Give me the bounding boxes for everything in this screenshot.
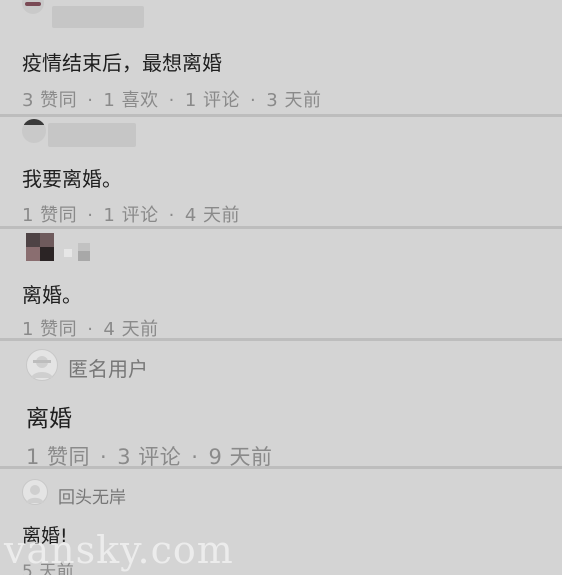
heart-count[interactable]: 1 喜欢 <box>103 90 158 111</box>
comment-text: 离婚 <box>26 406 72 432</box>
avatar[interactable] <box>22 119 46 143</box>
timestamp: 5 天前 <box>22 562 75 575</box>
like-count[interactable]: 1 赞同 <box>22 319 77 340</box>
answer-comment-list: 疫情结束后，最想离婚 3 赞同 · 1 喜欢 · 1 评论 · 3 天前 我要离婚。 1 赞… <box>0 0 562 575</box>
timestamp: 3 天前 <box>266 90 322 111</box>
reply-count[interactable]: 1 评论 <box>103 205 158 226</box>
like-count[interactable]: 1 赞同 <box>22 205 77 226</box>
separator-dot: · <box>87 90 94 111</box>
timestamp: 4 天前 <box>184 205 241 226</box>
avatar[interactable] <box>22 0 44 14</box>
comment-meta: 1 赞同 · 1 评论 · 4 天前 <box>22 201 240 227</box>
separator-dot: · <box>87 319 94 340</box>
comment-item: 离婚。 1 赞同 · 4 天前 <box>0 226 562 340</box>
username[interactable]: 匿名用户 <box>68 353 148 382</box>
like-count[interactable]: 3 赞同 <box>22 90 77 111</box>
comment-text: 疫情结束后，最想离婚 <box>22 51 222 75</box>
comment-text: 离婚! <box>22 525 68 547</box>
separator-dot: · <box>87 205 94 226</box>
comment-item: 疫情结束后，最想离婚 3 赞同 · 1 喜欢 · 1 评论 · 3 天前 <box>0 0 562 114</box>
avatar[interactable] <box>22 479 48 505</box>
comment-text: 我要离婚。 <box>22 167 122 191</box>
separator-dot: · <box>168 205 175 226</box>
comment-item: 匿名用户 离婚 1 赞同 · 3 评论 · 9 天前 <box>0 338 562 469</box>
username-blurred[interactable] <box>64 243 92 261</box>
comment-item: 回头无岸 离婚! 5 天前 <box>0 466 562 575</box>
username-blurred[interactable] <box>48 123 136 147</box>
timestamp: 4 天前 <box>103 319 159 340</box>
comment-text: 离婚。 <box>22 283 82 307</box>
username-blurred[interactable] <box>52 6 144 28</box>
separator-dot: · <box>250 90 257 111</box>
separator-dot: · <box>168 90 175 111</box>
anonymous-avatar-icon[interactable] <box>26 349 58 381</box>
username[interactable]: 回头无岸 <box>58 483 126 508</box>
comment-meta: 3 赞同 · 1 喜欢 · 1 评论 · 3 天前 <box>22 86 321 112</box>
comment-item: 我要离婚。 1 赞同 · 1 评论 · 4 天前 <box>0 114 562 226</box>
comment-meta: 5 天前 <box>22 557 74 575</box>
avatar[interactable] <box>26 233 54 261</box>
reply-count[interactable]: 1 评论 <box>185 90 240 111</box>
